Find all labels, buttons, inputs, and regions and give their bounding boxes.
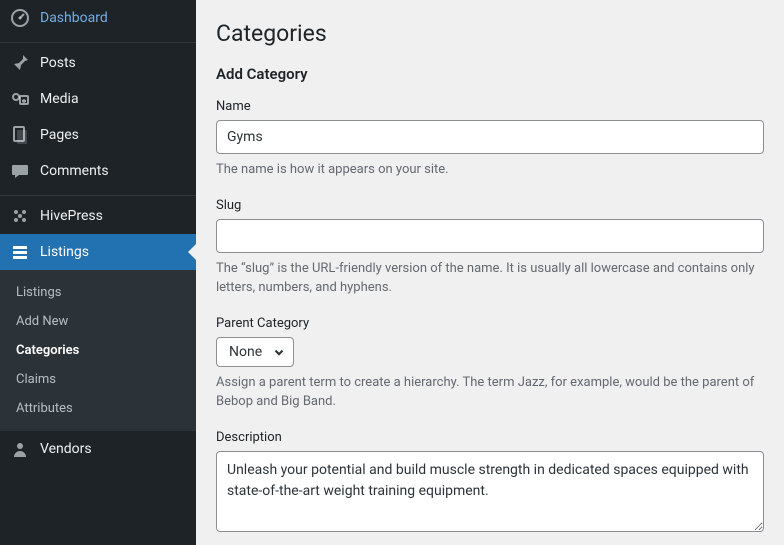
sidebar-label: Listings <box>40 244 89 260</box>
listings-submenu: Listings Add New Categories Claims Attri… <box>0 270 196 431</box>
submenu-item-claims[interactable]: Claims <box>0 365 196 394</box>
separator <box>0 191 196 196</box>
sidebar-label: Vendors <box>40 441 92 457</box>
submenu-item-categories[interactable]: Categories <box>0 336 196 365</box>
admin-sidebar: Dashboard Posts Media Pages Comments Hiv… <box>0 0 196 545</box>
page-title: Categories <box>216 20 764 47</box>
sidebar-label: Media <box>40 91 79 107</box>
sidebar-label: HivePress <box>40 208 103 224</box>
submenu-item-addnew[interactable]: Add New <box>0 307 196 336</box>
hivepress-icon <box>10 206 30 226</box>
name-input[interactable] <box>216 120 764 154</box>
sidebar-item-dashboard[interactable]: Dashboard <box>0 0 196 36</box>
sidebar-item-hivepress[interactable]: HivePress <box>0 198 196 234</box>
list-icon <box>10 242 30 262</box>
sidebar-label: Dashboard <box>40 10 108 26</box>
form-title: Add Category <box>216 65 764 83</box>
parent-help: Assign a parent term to create a hierarc… <box>216 373 764 412</box>
media-icon <box>10 89 30 109</box>
field-name: Name The name is how it appears on your … <box>216 99 764 180</box>
parent-select-wrap: None <box>216 337 294 367</box>
slug-help: The “slug” is the URL-friendly version o… <box>216 259 764 298</box>
sidebar-item-posts[interactable]: Posts <box>0 45 196 81</box>
name-label: Name <box>216 99 764 114</box>
user-icon <box>10 439 30 459</box>
name-help: The name is how it appears on your site. <box>216 160 764 180</box>
comment-icon <box>10 161 30 181</box>
field-slug: Slug The “slug” is the URL-friendly vers… <box>216 198 764 298</box>
pin-icon <box>10 53 30 73</box>
description-label: Description <box>216 430 764 445</box>
slug-label: Slug <box>216 198 764 213</box>
sidebar-item-vendors[interactable]: Vendors <box>0 431 196 467</box>
field-description: Description <box>216 430 764 536</box>
submenu-item-attributes[interactable]: Attributes <box>0 394 196 423</box>
description-input[interactable] <box>216 451 764 532</box>
main-content: Categories Add Category Name The name is… <box>196 0 784 545</box>
parent-select[interactable]: None <box>216 337 294 367</box>
sidebar-item-comments[interactable]: Comments <box>0 153 196 189</box>
separator <box>0 38 196 43</box>
sidebar-item-listings[interactable]: Listings <box>0 234 196 270</box>
submenu-item-listings[interactable]: Listings <box>0 278 196 307</box>
slug-input[interactable] <box>216 219 764 253</box>
sidebar-item-pages[interactable]: Pages <box>0 117 196 153</box>
sidebar-label: Posts <box>40 55 76 71</box>
dashboard-icon <box>10 8 30 28</box>
field-parent: Parent Category None Assign a parent ter… <box>216 316 764 412</box>
sidebar-label: Comments <box>40 163 109 179</box>
parent-label: Parent Category <box>216 316 764 331</box>
pages-icon <box>10 125 30 145</box>
sidebar-item-media[interactable]: Media <box>0 81 196 117</box>
sidebar-label: Pages <box>40 127 79 143</box>
